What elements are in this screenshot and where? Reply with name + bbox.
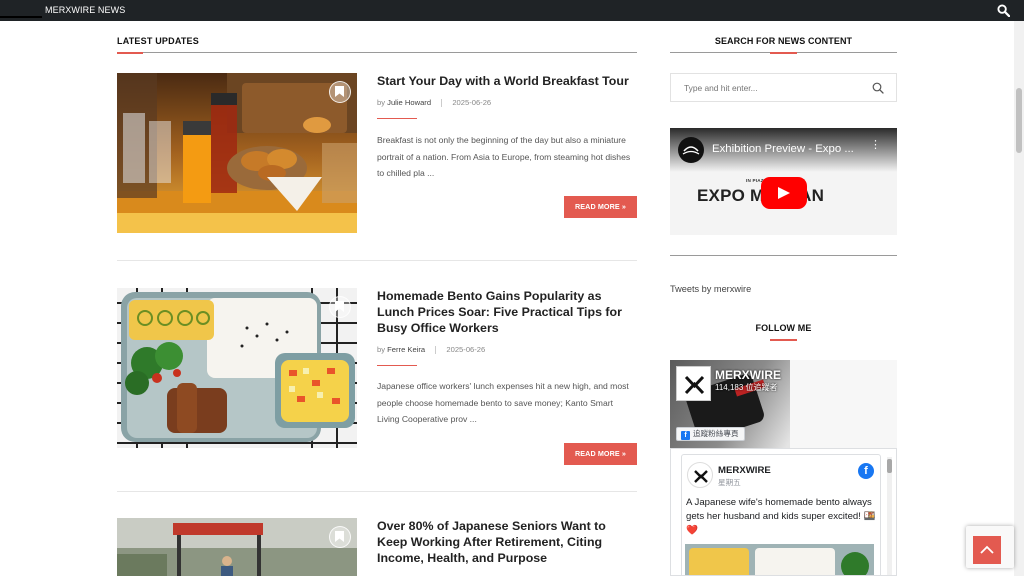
top-bar: MERXWIRE NEWS [0, 0, 1024, 21]
post-divider [117, 260, 637, 261]
follow-page-button[interactable]: f 追蹤粉絲專頁 [676, 427, 745, 441]
facebook-icon: f [681, 431, 690, 440]
breakfast-photo [117, 73, 357, 233]
section-title: LATEST UPDATES [117, 36, 199, 46]
post-divider [117, 491, 637, 492]
facebook-page-name[interactable]: MERXWIRE [715, 368, 781, 382]
follow-page-label: 追蹤粉絲專頁 [693, 429, 739, 438]
bookmark-icon [335, 531, 344, 542]
menu-underline [0, 16, 42, 18]
channel-logo-icon [682, 146, 700, 155]
widget-divider [670, 52, 897, 54]
feed-scrollbar-thumb[interactable] [887, 459, 892, 473]
scrollbar-thumb[interactable] [1016, 88, 1022, 153]
bookmark-button[interactable] [329, 526, 351, 548]
bookmark-button[interactable] [329, 81, 351, 103]
post-thumbnail[interactable] [117, 288, 357, 448]
facebook-icon[interactable]: f [858, 463, 874, 479]
facebook-page-cover[interactable]: MERXWIRE 114,183 位追蹤者 f 追蹤粉絲專頁 [670, 360, 897, 448]
sidebar-search-box [670, 73, 897, 102]
widget-separator [670, 255, 897, 256]
follow-widget-title: FOLLOW ME [755, 323, 812, 333]
post-date: 2025-06-26 [452, 98, 492, 107]
video-title[interactable]: Exhibition Preview - Expo ... [712, 143, 854, 155]
facebook-followers: 114,183 位追蹤者 [715, 383, 778, 392]
post-meta: by Ferre Keira 2025-06-26 [377, 345, 485, 354]
back-to-top-button[interactable] [973, 536, 1001, 564]
post-thumbnail[interactable] [117, 73, 357, 233]
facebook-feed[interactable]: MERXWIRE 星期五 f A Japanese wife's homemad… [670, 448, 897, 576]
bookmark-button[interactable] [329, 296, 351, 318]
read-more-button[interactable]: READ MORE » [564, 196, 637, 218]
read-more-button[interactable]: READ MORE » [564, 443, 637, 465]
post-thumbnail[interactable] [117, 518, 357, 576]
meta-separator [435, 346, 437, 354]
meta-by: by [377, 345, 386, 354]
search-icon[interactable] [997, 4, 1010, 17]
sidebar-search-input[interactable] [671, 74, 861, 101]
page-logo[interactable] [676, 366, 711, 401]
section-accent [117, 52, 143, 54]
channel-avatar[interactable] [678, 137, 704, 163]
youtube-embed[interactable]: Exhibition Preview - Expo ... ⋮ IN PIAZZ… [670, 128, 897, 235]
page-scrollbar[interactable] [1014, 21, 1024, 576]
post-page-avatar[interactable] [687, 462, 713, 488]
widget-divider [670, 339, 897, 341]
seniors-working-photo [117, 518, 357, 576]
cover-shirt-shape [790, 360, 897, 448]
post-author-link[interactable]: Julie Howard [387, 98, 431, 107]
tweets-link[interactable]: Tweets by merxwire [670, 284, 751, 294]
post-excerpt: Japanese office workers' lunch expenses … [377, 381, 629, 424]
bento-photo [685, 544, 874, 575]
widget-accent [770, 339, 797, 341]
post-date[interactable]: 星期五 [718, 477, 741, 488]
section-divider [117, 52, 637, 54]
post-title[interactable]: Homemade Bento Gains Popularity as Lunch… [377, 288, 637, 336]
merxwire-logo-icon [694, 470, 708, 483]
site-brand-link[interactable]: MERXWIRE NEWS [45, 5, 125, 15]
post-title[interactable]: Start Your Day with a World Breakfast To… [377, 73, 637, 89]
post-card: Start Your Day with a World Breakfast To… [117, 73, 637, 235]
bento-photo [117, 288, 357, 448]
bookmark-icon [335, 86, 344, 97]
facebook-post[interactable]: MERXWIRE 星期五 f A Japanese wife's homemad… [681, 454, 881, 575]
meta-accent-line [377, 365, 417, 366]
search-widget-title: SEARCH FOR NEWS CONTENT [714, 36, 853, 46]
widget-accent [770, 52, 797, 54]
search-icon[interactable] [872, 82, 884, 94]
play-button[interactable] [761, 177, 807, 209]
bookmark-icon [335, 301, 344, 312]
post-image[interactable] [685, 544, 874, 575]
meta-by: by [377, 98, 386, 107]
post-card: Over 80% of Japanese Seniors Want to Kee… [117, 518, 637, 576]
meta-accent-line [377, 118, 417, 119]
post-excerpt: Breakfast is not only the beginning of t… [377, 135, 631, 178]
post-meta: by Julie Howard 2025-06-26 [377, 98, 491, 107]
post-title[interactable]: Over 80% of Japanese Seniors Want to Kee… [377, 518, 637, 566]
more-options-icon[interactable]: ⋮ [870, 140, 881, 151]
post-date: 2025-06-26 [446, 345, 486, 354]
meta-separator [441, 99, 443, 107]
post-text: A Japanese wife's homemade bento always … [686, 497, 876, 536]
post-card: Homemade Bento Gains Popularity as Lunch… [117, 288, 637, 465]
post-author-link[interactable]: Ferre Keira [387, 345, 425, 354]
merxwire-logo-icon [684, 375, 705, 395]
feed-scrollbar[interactable] [887, 457, 892, 575]
post-page-name[interactable]: MERXWIRE [718, 465, 771, 476]
chevron-up-icon [980, 545, 994, 554]
play-icon [778, 187, 790, 199]
